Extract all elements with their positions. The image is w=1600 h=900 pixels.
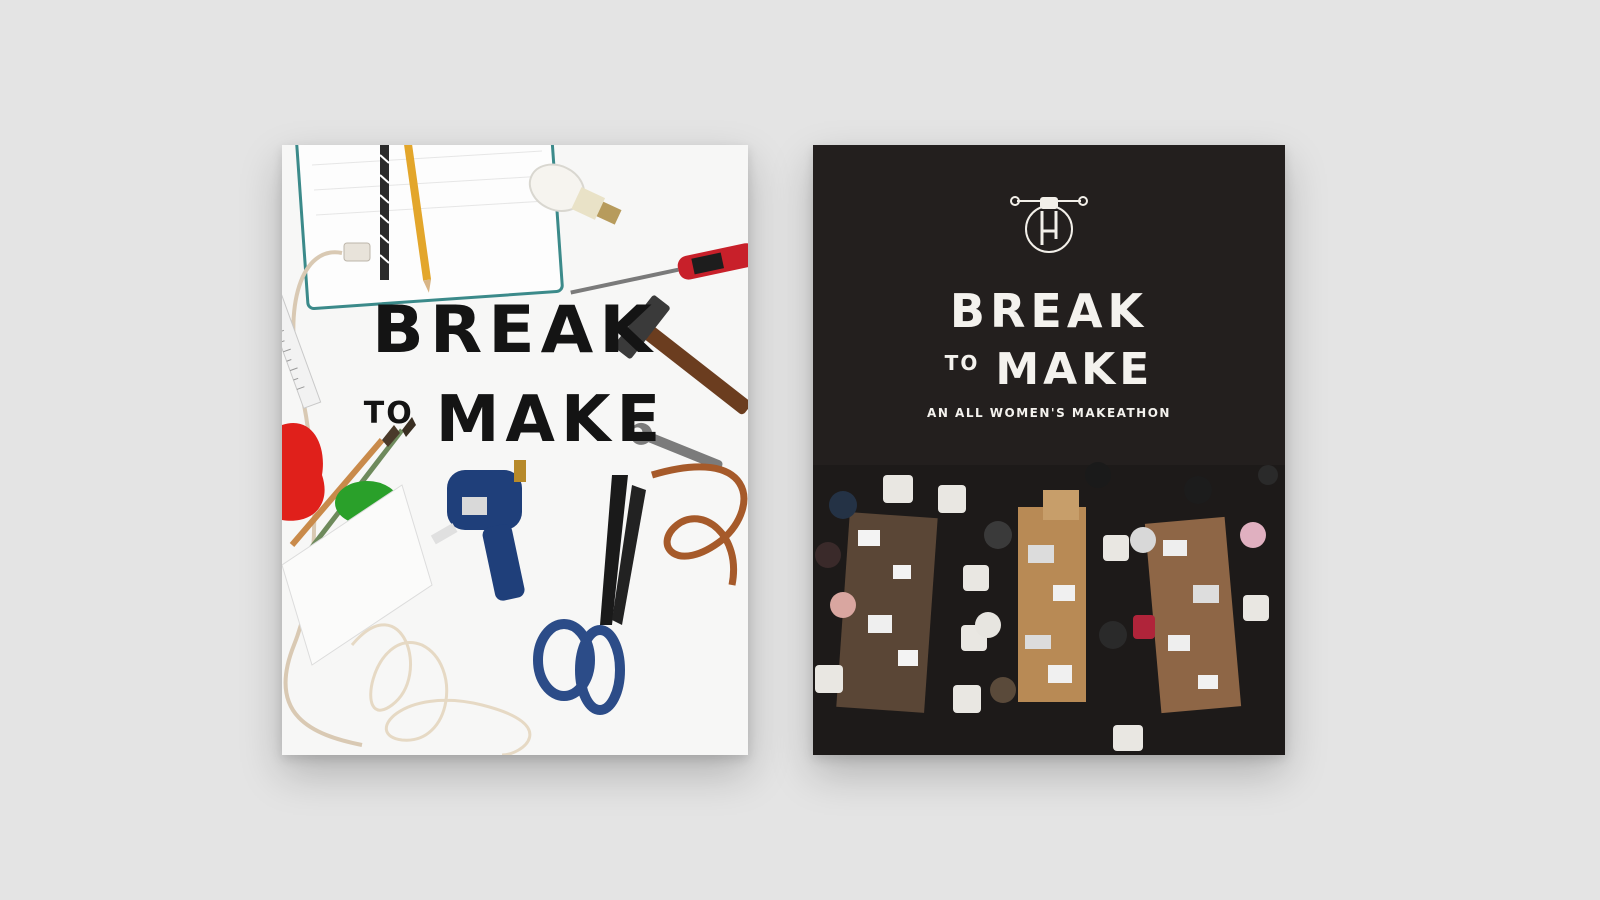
poster-makeathon: BREAK TO MAKE AN ALL WOMEN'S MAKEATHON — [813, 145, 1285, 755]
right-poster-title-make: MAKE — [995, 344, 1154, 395]
scissors-image — [533, 475, 646, 715]
right-poster-subtitle: AN ALL WOMEN'S MAKEATHON — [927, 406, 1171, 420]
poster-tools-flatlay: BREAK TO MAKE — [282, 145, 748, 755]
makeathon-illustration — [813, 196, 1285, 755]
string-image — [350, 623, 532, 755]
left-poster-title-to: TO — [363, 396, 414, 431]
glue-gun-image — [430, 460, 526, 601]
striped-pencil-image — [379, 145, 390, 280]
workspace-photo-image — [813, 462, 1285, 755]
right-poster-title-to-make: TO MAKE — [813, 348, 1285, 392]
right-poster-title-to: TO — [944, 351, 980, 375]
left-poster-title-to-make: TO MAKE — [282, 388, 748, 452]
right-poster-title-break: BREAK — [949, 284, 1149, 338]
plug-image — [343, 242, 371, 262]
fist-wrench-logo-icon — [1010, 196, 1088, 253]
left-poster-title-break: BREAK — [372, 293, 658, 369]
rope-image — [650, 463, 748, 586]
showcase-stage: BREAK TO MAKE BREAK TO MAKE AN ALL WOMEN… — [0, 0, 1600, 900]
left-poster-title-make: MAKE — [435, 383, 667, 457]
